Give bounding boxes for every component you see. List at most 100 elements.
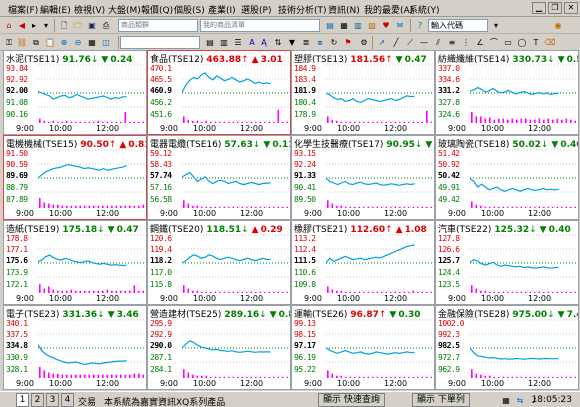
columns-icon[interactable]: ▥ [218, 37, 230, 48]
settings-icon[interactable]: ⚙ [358, 37, 370, 48]
industry-panel[interactable]: 塑膠(TSE13) 181.56↑ ▼ 0.47 184.9 183.4 181.9 180.… [291, 50, 435, 135]
link-icon[interactable]: ⛓ [16, 37, 28, 48]
list-icon[interactable]: ≣ [300, 37, 312, 48]
text-icon[interactable]: Ą [258, 37, 270, 48]
industry-panel[interactable]: 金融保險(TSE28)975.00↓▼7.461002.0992.3982.59… [435, 305, 579, 390]
volume-bar [84, 290, 86, 293]
table-icon[interactable]: ▤ [204, 37, 216, 48]
volume-bar [250, 376, 253, 378]
industry-panel[interactable]: 水泥(TSE11) 91.76↓ ▼ 0.24 93.84 92.92 92.00 91.08… [3, 50, 147, 135]
horizontal-line-icon[interactable]: — [418, 37, 430, 48]
menu-item[interactable]: 選股(P) [241, 3, 271, 16]
volume-bar [48, 121, 50, 123]
volume-bar [192, 374, 194, 378]
quote-icon[interactable]: ▤ [324, 20, 336, 31]
filter-icon[interactable]: ▼ [286, 37, 298, 48]
mail-icon[interactable]: ✉ [394, 20, 406, 31]
industry-panel[interactable]: 電子(TSE23) 331.36↓ ▼ 3.46 340.1 337.5 334.8 330.… [3, 305, 147, 390]
industry-panel[interactable]: 造紙(TSE19) 175.18↓ ▼ 0.47 178.8 177.1 175.6 173.… [3, 220, 147, 305]
watchlist-combo[interactable]: 我的商品清單 [200, 19, 320, 32]
draw-line-icon[interactable]: ╱ [390, 37, 402, 48]
alert-icon[interactable]: ⚑ [342, 37, 354, 48]
close-button[interactable]: ✕ [564, 2, 578, 14]
layout-icon[interactable]: ◫ [100, 37, 112, 48]
industry-panel[interactable]: 運輸(TSE26) 96.87↑ ▼ 0.30 99.13 98.15 97.17 96.19… [291, 305, 435, 390]
industry-panel[interactable]: 玻璃陶瓷(TSE18)50.02↓▼0.4051.4250.9250.4249.… [435, 135, 579, 220]
text-annotation-icon[interactable]: T [530, 37, 542, 48]
show-order-bar-button[interactable]: 顯示 下單列 [412, 393, 470, 407]
industry-panel[interactable]: 橡膠(TSE21) 112.60↑ ▲ 1.08 113.2 112.4 111.5 110.… [291, 220, 435, 305]
code-input[interactable]: 輸入代碼 [428, 19, 488, 32]
erase-icon[interactable]: ⌫ [544, 37, 556, 48]
sort-icon[interactable]: ⇅ [272, 37, 284, 48]
rectangle-icon[interactable]: ▭ [502, 37, 514, 48]
industry-panel[interactable]: 化學生技醫療(TSE17)90.95↓▼0.3893.1592.2491.339… [291, 135, 435, 220]
industry-panel[interactable]: 電器電纜(TSE16)57.63↓▼0.1159.1258.4357.7457.… [147, 135, 291, 220]
font-size-icon[interactable]: A [246, 37, 258, 48]
parallel-line-icon[interactable]: ⫽ [432, 37, 444, 48]
industry-panel[interactable]: 食品(TSE12) 463.88↑ ▲ 3.01 470.1 465.5 460.9 456.… [147, 50, 291, 135]
show-quick-search-button[interactable]: 顯示 快速查詢 [318, 393, 385, 407]
menu-item[interactable]: 檢視(V) [74, 3, 105, 16]
open-folder-icon[interactable]: 🗁 [72, 20, 84, 31]
industry-panel[interactable]: 營造建材(TSE25)289.16↓▼0.82295.9292.9290.028… [147, 305, 291, 390]
print-icon[interactable]: ⎙ [100, 20, 112, 31]
code-dropdown-icon[interactable]: ▾ [490, 20, 502, 31]
ellipse-icon[interactable]: ◯ [516, 37, 528, 48]
period-combo[interactable] [120, 36, 200, 49]
new-document-icon[interactable]: 🗋 [58, 20, 70, 31]
page-tab-4[interactable]: 4 [61, 393, 74, 407]
help-icon[interactable]: ? [414, 20, 426, 31]
channel-icon[interactable]: ≡ [446, 37, 458, 48]
menu-item[interactable]: 資訊(N) [328, 3, 360, 16]
industry-panel[interactable]: 電機機械(TSE15)90.50↑▲0.8191.5090.5989.6988.… [3, 135, 147, 220]
menu-item[interactable]: 檔案(F) [8, 3, 38, 16]
y-axis-tick: 50.92 [438, 160, 460, 169]
category-combo[interactable]: 商品類群 [118, 19, 198, 32]
refresh-icon[interactable]: ↻ [328, 37, 340, 48]
zoom-in-icon[interactable]: ⊕ [58, 37, 70, 48]
back-icon[interactable]: ◀ [16, 20, 28, 31]
volume-bar [70, 205, 73, 208]
menu-item[interactable]: 大盤(M) [108, 3, 141, 16]
fibonacci-icon[interactable]: ⋮ [460, 37, 472, 48]
industry-panel[interactable]: 汽車(TSE22) 125.32↓ ▼ 0.40 127.8 126.6 125.7 124.… [435, 220, 579, 305]
restore-button[interactable]: ❐ [548, 2, 562, 14]
window-icon[interactable]: ▦ [338, 20, 350, 31]
angle-icon[interactable]: ∠ [474, 37, 486, 48]
page-tab-2[interactable]: 2 [31, 393, 44, 407]
menu-item[interactable]: 報價(Q) [141, 3, 173, 16]
save-icon[interactable]: ▣ [86, 20, 98, 31]
news-icon[interactable]: ▧ [366, 20, 378, 31]
zoom-out-icon[interactable]: ⊖ [72, 37, 84, 48]
page-tab-1[interactable]: 1 [16, 393, 29, 407]
arc-icon[interactable]: ⌒ [488, 37, 500, 48]
paste-icon[interactable]: 📋 [44, 37, 56, 48]
menu-item[interactable]: 技術分析(T) [278, 3, 327, 16]
favorite-icon[interactable]: ♥ [380, 20, 392, 31]
home-icon[interactable]: ⌂ [3, 20, 15, 31]
forward-icon[interactable]: ▸ [28, 20, 40, 31]
menu-item[interactable]: 系統(Y) [409, 3, 440, 16]
dropdown-arrow-icon[interactable]: ▾ [40, 20, 52, 31]
draw-ray-icon[interactable]: ⟋ [404, 37, 416, 48]
lock-icon[interactable]: ⚿ [3, 37, 15, 48]
y-axis-tick: 118.2 [150, 256, 172, 265]
volume-bar [214, 121, 217, 123]
volume-bar [336, 375, 338, 378]
menu-item[interactable]: 我的最愛(A) [364, 3, 413, 16]
page-tab-3[interactable]: 3 [46, 393, 59, 407]
chart-icon[interactable]: ▥ [352, 20, 364, 31]
industry-panel[interactable]: 紡織纖維(TSE14)330.73↓▼0.50337.0334.6331.232… [435, 50, 579, 135]
window-tile-icon[interactable]: ⧈ [314, 37, 326, 48]
menu-item[interactable]: 編輯(E) [40, 3, 71, 16]
minimize-button[interactable]: ▁ [532, 2, 546, 14]
menu-item[interactable]: 產業(I) [208, 3, 236, 16]
copy-icon[interactable]: ⧉ [30, 37, 42, 48]
industry-panel[interactable]: 鋼鐵(TSE20) 118.51↓ ▲ 0.29 120.6 119.4 118.2 117.… [147, 220, 291, 305]
grid-icon[interactable]: ▦ [86, 37, 98, 48]
menu-item[interactable]: 個股(S) [174, 3, 205, 16]
volume-bar [556, 376, 559, 378]
cursor-icon[interactable]: ➚ [376, 37, 388, 48]
rows-icon[interactable]: ☰ [232, 37, 244, 48]
